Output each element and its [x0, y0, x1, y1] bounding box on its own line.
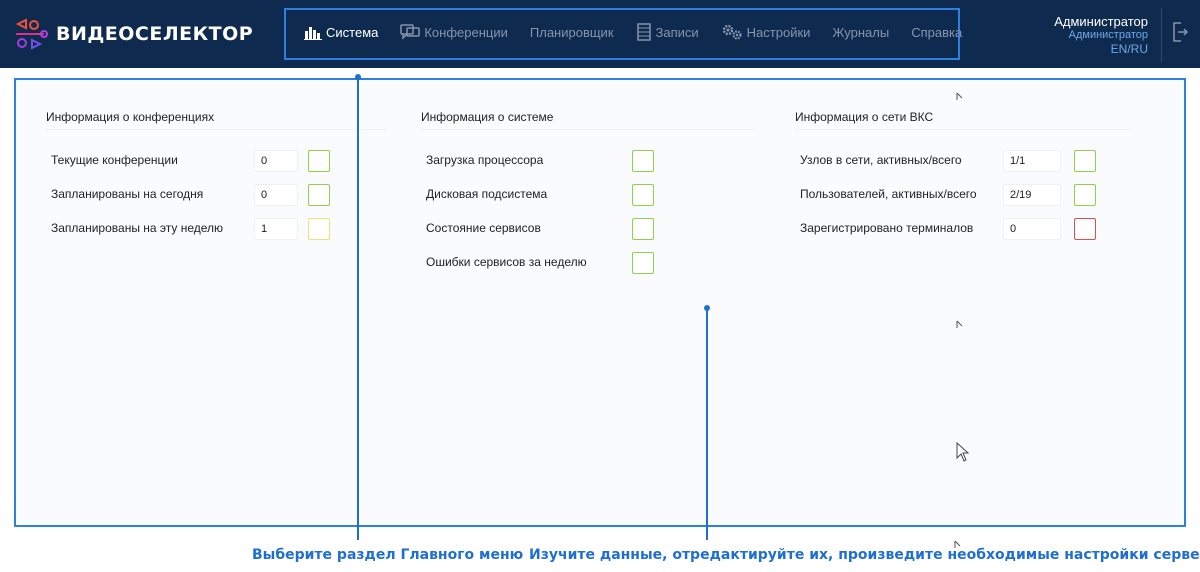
logo-icon	[15, 18, 48, 50]
list-item: Зарегистрировано терминалов	[800, 216, 973, 240]
row-label: Зарегистрировано терминалов	[800, 221, 974, 235]
value-field: 1/1	[1003, 150, 1061, 172]
bar-chart-icon	[304, 27, 322, 40]
nav-item-settings[interactable]: Настройки	[721, 23, 811, 41]
status-indicator	[632, 150, 654, 172]
row-label: Загрузка процессора	[426, 153, 544, 167]
list-item: Ошибки сервисов за неделю	[426, 250, 587, 274]
conferences-panel: Информация о конференциях	[45, 110, 387, 130]
chat-bubbles-icon	[400, 24, 421, 40]
value-field: 0	[254, 184, 298, 206]
panel-title: Информация о конференциях	[45, 110, 387, 130]
film-icon	[636, 23, 651, 41]
nav-item-logs[interactable]: Журналы	[832, 25, 889, 40]
row-label: Запланированы на сегодня	[51, 187, 204, 201]
list-item: Запланированы на сегодня	[51, 182, 203, 206]
network-panel: Информация о сети ВКС	[794, 110, 1130, 130]
value-field: 1	[254, 218, 298, 240]
list-item: Дисковая подсистема	[426, 182, 547, 206]
list-item: Состояние сервисов	[426, 216, 541, 240]
list-item: Загрузка процессора	[426, 148, 543, 172]
user-info: Администратор Администратор EN/RU	[1054, 15, 1148, 57]
system-panel: Информация о системе	[420, 110, 754, 130]
nav-item-scheduler[interactable]: Планировщик	[530, 25, 614, 40]
value-field: 0	[1003, 218, 1061, 240]
status-indicator	[1074, 150, 1096, 172]
cursor-mark-icon	[956, 320, 963, 328]
row-label: Запланированы на эту неделю	[51, 221, 224, 235]
logo[interactable]: ВИДЕОСЕЛЕКТОР	[14, 16, 253, 52]
row-label: Пользователей, активных/всего	[800, 187, 977, 201]
status-indicator	[1074, 218, 1096, 240]
nav-item-label: Настройки	[746, 24, 811, 40]
gears-icon	[722, 24, 742, 40]
row-label: Состояние сервисов	[426, 221, 541, 235]
annotation-pointer-dot	[704, 305, 710, 311]
value-field: 0	[254, 150, 298, 172]
dashboard-content: Информация о конференциях Текущие конфер…	[14, 78, 1186, 527]
status-indicator	[632, 252, 654, 274]
annotation-menu: Выберите раздел Главного меню	[252, 547, 524, 563]
nav-item-label: Планировщик	[529, 24, 614, 40]
nav-item-label: Справка	[911, 24, 963, 40]
status-indicator	[632, 218, 654, 240]
nav-item-label: Конференции	[424, 24, 508, 40]
header-divider	[1161, 8, 1162, 62]
top-bar: ВИДЕОСЕЛЕКТОР Система Конференции Планир…	[0, 0, 1200, 68]
list-item: Узлов в сети, активных/всего	[800, 148, 962, 172]
status-indicator	[632, 184, 654, 206]
status-indicator	[308, 218, 330, 240]
main-menu: Система Конференции Планировщик Записи Н…	[304, 21, 984, 43]
list-item: Запланированы на эту неделю	[51, 216, 223, 240]
user-name[interactable]: Администратор	[1054, 15, 1148, 29]
status-indicator	[308, 184, 330, 206]
annotation-pointer-dot	[355, 74, 361, 80]
list-item: Текущие конференции	[51, 148, 178, 172]
nav-item-label: Журналы	[832, 24, 890, 40]
language-switch[interactable]: EN/RU	[1054, 42, 1148, 56]
annotation-data: Изучите данные, отредактируйте их, произ…	[529, 547, 1200, 563]
annotation-pointer-line	[706, 307, 708, 540]
panel-title: Информация о системе	[420, 110, 754, 130]
nav-item-label: Записи	[655, 24, 699, 40]
row-label: Дисковая подсистема	[426, 187, 548, 201]
logo-text: ВИДЕОСЕЛЕКТОР	[56, 23, 254, 45]
user-role: Администратор	[1068, 29, 1148, 41]
status-indicator	[308, 150, 330, 172]
nav-item-recordings[interactable]: Записи	[636, 23, 699, 41]
nav-item-conferences[interactable]: Конференции	[400, 23, 508, 41]
row-label: Узлов в сети, активных/всего	[800, 153, 962, 167]
panel-title: Информация о сети ВКС	[794, 110, 1130, 130]
row-label: Текущие конференции	[51, 153, 178, 167]
annotation-pointer-line	[357, 76, 359, 540]
mouse-pointer-icon	[956, 442, 970, 462]
value-field: 2/19	[1003, 184, 1061, 206]
row-label: Ошибки сервисов за неделю	[426, 255, 587, 269]
nav-item-help[interactable]: Справка	[911, 25, 962, 40]
list-item: Пользователей, активных/всего	[800, 182, 977, 206]
logout-icon[interactable]	[1172, 21, 1188, 43]
nav-item-system[interactable]: Система	[304, 24, 378, 40]
status-indicator	[1074, 184, 1096, 206]
nav-item-label: Система	[326, 24, 379, 40]
cursor-mark-icon	[956, 92, 963, 100]
